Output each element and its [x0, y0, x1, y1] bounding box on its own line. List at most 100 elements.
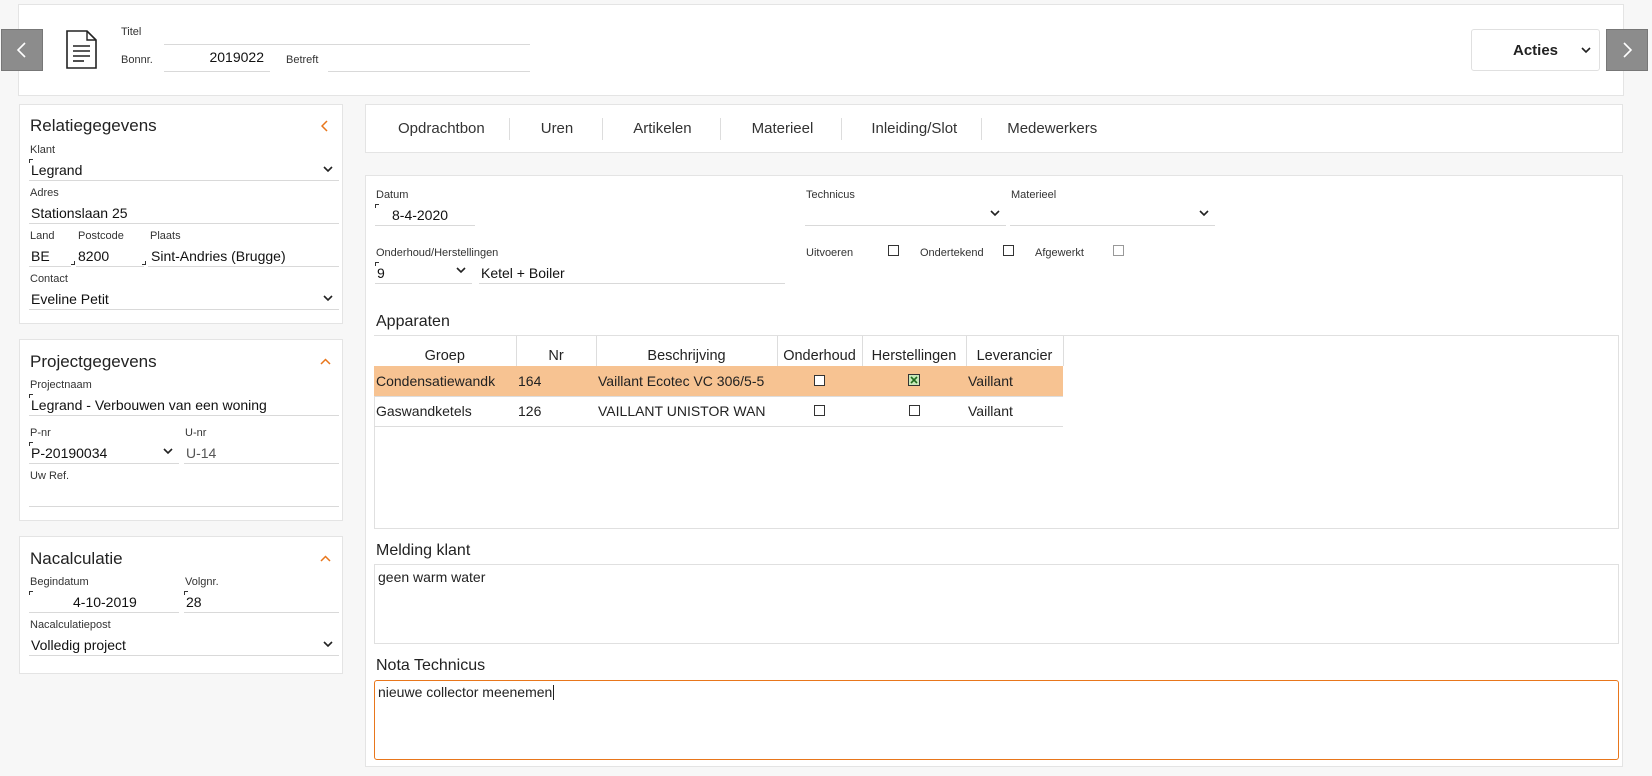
adres-input[interactable]: Stationslaan 25 [29, 202, 339, 224]
nacalculatie-title: Nacalculatie [30, 549, 123, 568]
uwref-label: Uw Ref. [30, 470, 70, 482]
bonnr-label: Bonnr. [121, 54, 153, 66]
collapse-up-icon[interactable] [320, 555, 331, 562]
title-label: Titel [121, 26, 142, 38]
begindatum-input[interactable]: 4-10-2019 [29, 591, 179, 613]
cell-groep: Condensatiewandk [374, 366, 516, 397]
materieel-select[interactable] [1010, 204, 1215, 226]
onderhoud-code-select[interactable]: 9 [375, 262, 472, 284]
ondertekend-label: Ondertekend [920, 247, 984, 259]
chevron-down-icon [456, 267, 466, 274]
plaats-input[interactable]: Sint-Andries (Brugge) [148, 245, 339, 267]
land-input[interactable]: BE [29, 245, 71, 267]
table-row[interactable]: Condensatiewandk 164 Vaillant Ecotec VC … [374, 366, 1063, 397]
col-leverancier[interactable]: Leverancier [965, 336, 1064, 366]
col-nr[interactable]: Nr [515, 336, 597, 366]
document-icon [66, 30, 97, 69]
uitvoeren-checkbox[interactable] [888, 245, 899, 256]
onderhoud-checkbox[interactable] [814, 405, 825, 416]
adres-label: Adres [30, 187, 59, 199]
onderhoud-herstellingen-label: Onderhoud/Herstellingen [376, 247, 499, 259]
cell-leverancier: Vaillant [966, 366, 1063, 397]
ondertekend-checkbox[interactable] [1003, 245, 1014, 256]
unr-input[interactable]: U-14 [184, 442, 339, 464]
chevron-down-icon [323, 295, 333, 302]
chevron-down-icon [1199, 210, 1209, 217]
tab-inleiding-slot[interactable]: Inleiding/Slot [871, 120, 957, 137]
technicus-select[interactable] [805, 204, 1006, 226]
tab-uren[interactable]: Uren [541, 120, 574, 137]
col-herstellingen[interactable]: Herstellingen [861, 336, 967, 366]
table-row[interactable]: Gaswandketels 126 VAILLANT UNISTOR WAN V… [374, 396, 1063, 427]
col-beschrijving[interactable]: Beschrijving [595, 336, 778, 366]
nota-title: Nota Technicus [376, 657, 486, 674]
uwref-input[interactable] [29, 485, 339, 507]
nacalculatiepost-label: Nacalculatiepost [30, 619, 111, 631]
datum-input[interactable]: 8-4-2020 [375, 204, 475, 226]
cell-onderhoud[interactable] [777, 366, 862, 397]
volgnr-input[interactable]: 28 [184, 591, 339, 613]
actions-dropdown[interactable]: Acties [1471, 29, 1600, 71]
pnr-select[interactable]: P-20190034 [29, 442, 179, 464]
collapse-left-icon[interactable] [321, 120, 329, 132]
actions-label: Acties [1512, 41, 1559, 59]
volgnr-label: Volgnr. [185, 576, 219, 588]
technicus-label: Technicus [806, 189, 855, 201]
betreft-input[interactable] [328, 49, 530, 72]
title-input[interactable] [164, 26, 530, 45]
tab-medewerkers[interactable]: Medewerkers [1007, 120, 1097, 137]
tab-opdrachtbon[interactable]: Opdrachtbon [398, 120, 485, 137]
projectnaam-input[interactable]: Legrand - Verbouwen van een woning [29, 394, 339, 416]
klant-select[interactable]: Legrand [29, 159, 339, 181]
tab-artikelen[interactable]: Artikelen [633, 120, 691, 137]
col-onderhoud[interactable]: Onderhoud [776, 336, 863, 366]
cell-herstellingen[interactable] [862, 396, 966, 427]
chevron-right-icon [1623, 42, 1633, 58]
nota-textarea[interactable]: nieuwe collector meenemen [374, 680, 1619, 760]
apparaten-title: Apparaten [376, 313, 450, 330]
chevron-down-icon [1581, 47, 1591, 54]
tab-bar: Opdrachtbon Uren Artikelen Materieel Inl… [365, 104, 1623, 153]
apparaten-table: Groep Nr Beschrijving Onderhoud Herstell… [374, 336, 1064, 427]
project-title: Projectgegevens [30, 352, 157, 371]
next-record-button[interactable] [1606, 29, 1648, 71]
cell-herstellingen[interactable] [862, 366, 966, 397]
checked-checkbox-icon[interactable] [908, 373, 920, 386]
afgewerkt-checkbox[interactable] [1113, 245, 1124, 256]
collapse-up-icon[interactable] [320, 358, 331, 365]
melding-textarea[interactable]: geen warm water [374, 564, 1619, 644]
cell-nr: 164 [516, 366, 596, 397]
chevron-down-icon [323, 166, 333, 173]
onderhoud-desc-input[interactable]: Ketel + Boiler [479, 262, 785, 284]
projectnaam-label: Projectnaam [30, 379, 92, 391]
cell-beschrijving: Vaillant Ecotec VC 306/5-5 [596, 366, 777, 397]
tab-materieel[interactable]: Materieel [752, 120, 814, 137]
cell-groep: Gaswandketels [374, 396, 516, 427]
cell-nr: 126 [516, 396, 596, 427]
chevron-down-icon [990, 210, 1000, 217]
onderhoud-checkbox[interactable] [814, 374, 825, 386]
bonnr-input[interactable]: 2019022 [164, 49, 270, 72]
cell-beschrijving: VAILLANT UNISTOR WAN [596, 396, 777, 427]
col-groep[interactable]: Groep [374, 336, 517, 366]
datum-label: Datum [376, 189, 409, 201]
chevron-down-icon [163, 448, 173, 455]
postcode-label: Postcode [78, 230, 124, 242]
contact-select[interactable]: Eveline Petit [29, 288, 339, 310]
chevron-left-icon [16, 42, 26, 58]
postcode-input[interactable]: 8200 [76, 245, 144, 267]
melding-title: Melding klant [376, 542, 471, 559]
plaats-label: Plaats [150, 230, 181, 242]
nacalculatiepost-select[interactable]: Volledig project [29, 634, 339, 656]
betreft-label: Betreft [286, 54, 319, 66]
uitvoeren-label: Uitvoeren [806, 247, 854, 259]
cell-leverancier: Vaillant [966, 396, 1063, 427]
text-cursor [553, 685, 555, 701]
cell-onderhoud[interactable] [777, 396, 862, 427]
chevron-down-icon [323, 641, 333, 648]
pnr-label: P-nr [30, 427, 51, 439]
prev-record-button[interactable] [1, 29, 43, 71]
contact-label: Contact [30, 273, 68, 285]
herstellingen-checkbox[interactable] [908, 405, 920, 416]
klant-label: Klant [30, 144, 56, 156]
